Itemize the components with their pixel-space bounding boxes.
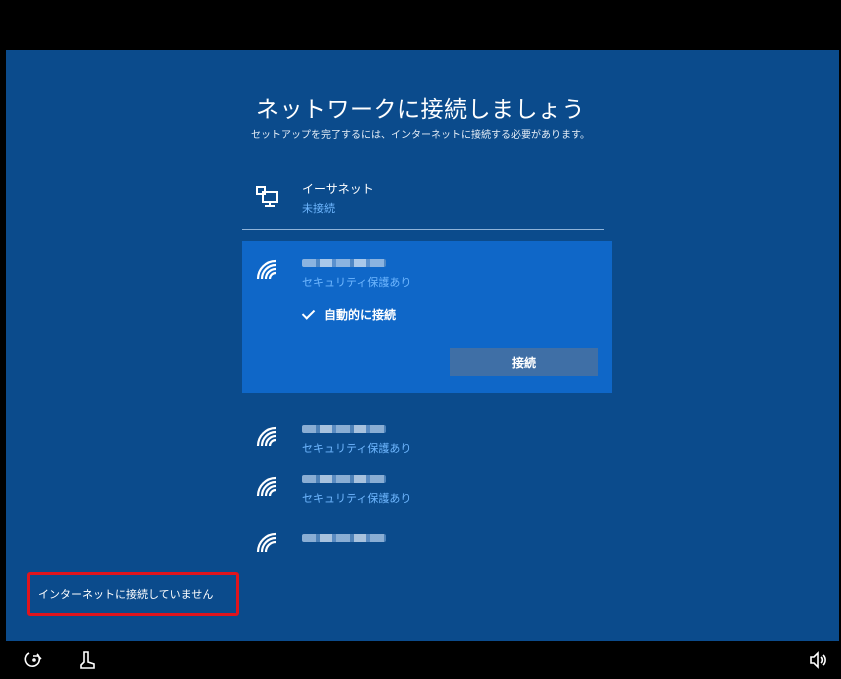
- wifi-security-status: セキュリティ保護あり: [302, 276, 412, 289]
- no-internet-link[interactable]: インターネットに接続していません: [27, 572, 239, 616]
- ethernet-status: 未接続: [302, 202, 335, 215]
- wifi-icon: [254, 257, 280, 283]
- wifi-network-item[interactable]: [242, 526, 612, 556]
- volume-icon[interactable]: [808, 650, 828, 670]
- network-name-redacted: [302, 534, 386, 542]
- page-subtitle: セットアップを完了するには、インターネットに接続する必要があります。: [251, 130, 590, 141]
- wifi-icon: [254, 424, 280, 450]
- connect-button[interactable]: 接続: [450, 348, 598, 376]
- checkmark-icon: [302, 307, 316, 321]
- wifi-icon: [254, 530, 280, 556]
- network-name-redacted: [302, 475, 386, 483]
- top-black-bar: [0, 0, 841, 50]
- no-internet-label: インターネットに接続していません: [38, 588, 214, 601]
- ethernet-icon: [254, 184, 280, 210]
- auto-connect-label: 自動的に接続: [324, 307, 397, 322]
- wifi-network-item[interactable]: セキュリティ保護あり: [242, 468, 612, 512]
- auto-connect-checkbox[interactable]: 自動的に接続: [302, 305, 396, 323]
- network-name-redacted: [302, 259, 386, 267]
- ethernet-item[interactable]: イーサネット 未接続: [242, 176, 612, 226]
- input-method-icon[interactable]: [78, 650, 98, 670]
- ease-of-access-icon[interactable]: [24, 650, 44, 670]
- ethernet-name: イーサネット: [302, 182, 374, 196]
- wifi-network-item-selected[interactable]: セキュリティ保護あり 自動的に接続 接続: [242, 241, 612, 393]
- wifi-security-status: セキュリティ保護あり: [302, 492, 412, 505]
- wifi-security-status: セキュリティ保護あり: [302, 442, 412, 455]
- divider: [242, 229, 604, 230]
- page-title: ネットワークに接続しましょう: [256, 97, 585, 123]
- wifi-network-item[interactable]: セキュリティ保護あり: [242, 418, 612, 462]
- wifi-icon: [254, 474, 280, 500]
- network-name-redacted: [302, 425, 386, 433]
- bottom-taskbar: [0, 641, 841, 679]
